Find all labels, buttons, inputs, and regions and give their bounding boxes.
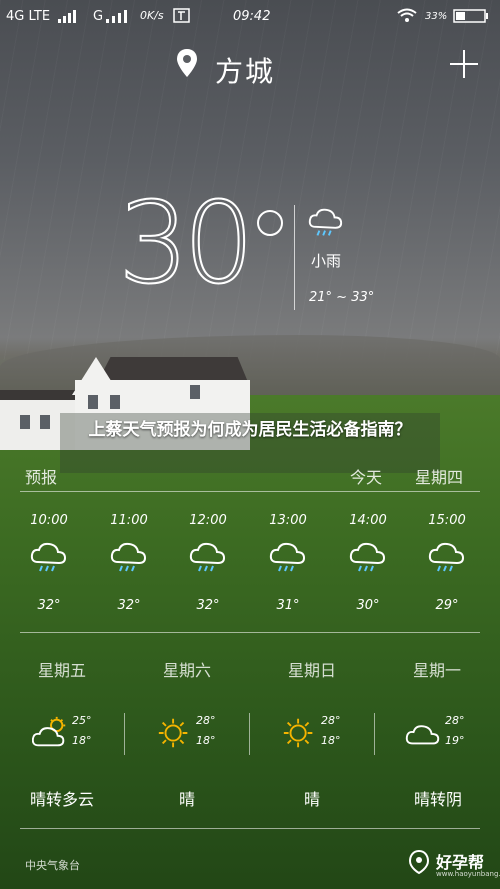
divider: [294, 205, 295, 310]
rain-icon: [30, 542, 67, 572]
signal2-icon: [106, 10, 127, 23]
hour-item: 14:00 30°: [333, 513, 403, 613]
day-low: 18°: [72, 734, 92, 747]
day-weather: 28° 19°: [405, 712, 495, 756]
day-description: 晴: [178, 790, 195, 809]
hour-time: 12:00: [189, 513, 227, 528]
day-name: 星期五: [37, 661, 86, 680]
add-city-button[interactable]: [450, 50, 478, 78]
hour-item: 15:00 29°: [412, 513, 482, 613]
hour-temp: 32°: [117, 598, 141, 613]
hour-item: 11:00 32°: [94, 513, 164, 613]
day-name: 星期六: [162, 661, 211, 680]
hour-temp: 32°: [196, 598, 220, 613]
hour-time: 15:00: [428, 513, 466, 528]
hour-item: 10:00 32°: [14, 513, 84, 613]
watermark-url: www.haoyunbang.com: [436, 870, 500, 878]
hour-temp: 32°: [37, 598, 61, 613]
status-bar: 4G LTE G 0K/s 09:42 33%: [0, 0, 500, 34]
battery-icon: [453, 9, 488, 23]
day-high: 25°: [72, 714, 92, 727]
degree-symbol-icon: [257, 210, 283, 236]
wifi-icon: [397, 8, 417, 22]
battery-percent: 33%: [425, 11, 448, 22]
rain-icon: [428, 542, 465, 572]
network2-label: G: [93, 9, 104, 24]
day-description: 晴转多云: [29, 790, 94, 809]
day-high: 28°: [445, 714, 465, 727]
hour-temp: 31°: [276, 598, 300, 613]
city-name[interactable]: 方城: [215, 50, 275, 90]
forecast-label: 预报: [25, 468, 58, 487]
day-name: 星期一: [412, 661, 461, 680]
rain-icon: [189, 542, 226, 572]
sun-icon: [283, 718, 313, 748]
hour-time: 11:00: [110, 513, 148, 528]
day-weather: 28° 18°: [156, 712, 246, 756]
daily-divider: [20, 828, 480, 829]
rain-icon: [110, 542, 147, 572]
day-low: 18°: [321, 734, 341, 747]
day-name: 星期日: [287, 661, 336, 680]
screenshot-icon: [173, 8, 190, 23]
hour-time: 10:00: [30, 513, 68, 528]
speed-label: 0K/s: [140, 9, 164, 22]
hour-item: 12:00 32°: [173, 513, 243, 613]
data-source: 中央气象台: [25, 859, 80, 872]
divider: [374, 713, 375, 755]
sun-icon: [158, 718, 188, 748]
hour-item: 13:00 31°: [253, 513, 323, 613]
day-description: 晴转阴: [413, 790, 462, 809]
divider: [249, 713, 250, 755]
hour-time: 13:00: [269, 513, 307, 528]
forecast-divider: [20, 491, 480, 492]
partly-cloudy-icon: [32, 716, 66, 747]
day-weather: 28° 18°: [281, 712, 371, 756]
hour-temp: 30°: [356, 598, 380, 613]
article-caption: 上蔡天气预报为何成为居民生活必备指南？: [88, 420, 412, 440]
day-low: 19°: [445, 734, 465, 747]
light-rain-icon: [308, 208, 343, 236]
divider: [124, 713, 125, 755]
rain-icon: [269, 542, 306, 572]
hour-temp: 29°: [435, 598, 459, 613]
day-high: 28°: [321, 714, 341, 727]
hourly-divider: [20, 632, 480, 633]
watermark: 好孕帮 www.haoyunbang.com: [408, 845, 500, 883]
clock: 09:42: [233, 9, 271, 24]
day-high: 28°: [196, 714, 216, 727]
today-label[interactable]: 今天: [350, 464, 382, 488]
cloud-icon: [405, 725, 440, 745]
day-description: 晴: [303, 790, 320, 809]
brand-logo-icon: [408, 849, 430, 875]
network-label: 4G LTE: [6, 9, 51, 24]
hour-time: 14:00: [349, 513, 387, 528]
current-temperature: 30: [117, 179, 255, 309]
rain-icon: [349, 542, 386, 572]
current-range: 21° ~ 33°: [309, 290, 375, 305]
location-pin-icon[interactable]: [176, 48, 198, 78]
day-low: 18°: [196, 734, 216, 747]
signal-icon: [58, 10, 76, 23]
day-weather: 25° 18°: [32, 712, 122, 756]
weekday-label[interactable]: 星期四: [415, 464, 463, 488]
current-description: 小雨: [311, 252, 342, 270]
